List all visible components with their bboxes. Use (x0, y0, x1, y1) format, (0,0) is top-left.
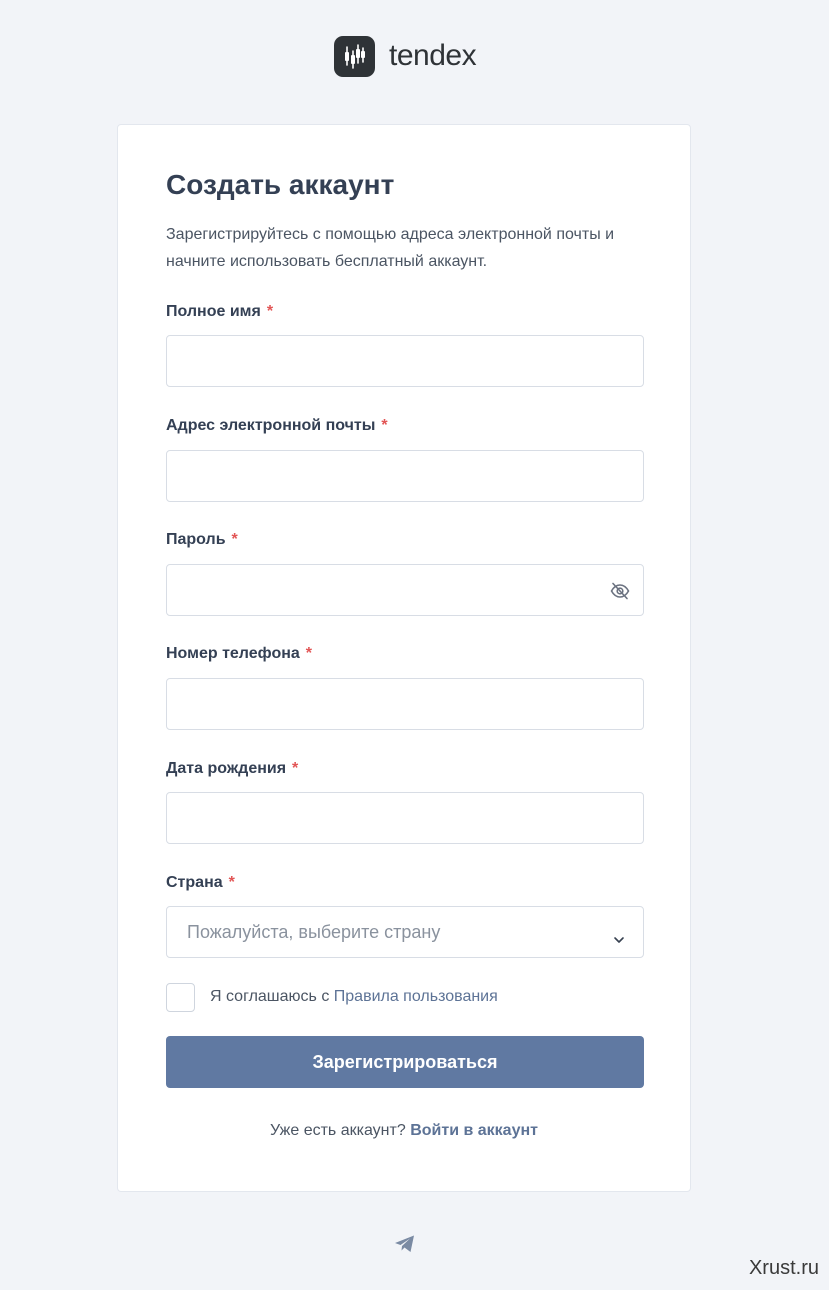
required-mark: * (228, 874, 235, 891)
page-title: Создать аккаунт (166, 169, 395, 200)
full-name-label: Полное имя * (166, 303, 274, 320)
chevron-down-icon (613, 929, 625, 949)
required-mark: * (292, 760, 299, 777)
brand-logo[interactable]: tendex (334, 34, 477, 78)
required-mark: * (305, 645, 313, 662)
phone-label: Номер телефона * (166, 645, 313, 662)
country-select-placeholder: Пожалуйста, выберите страну (187, 922, 441, 942)
terms-link[interactable]: Правила пользования (334, 988, 498, 1005)
required-mark: * (381, 417, 388, 434)
terms-text: Я соглашаюсь с Правила пользования (210, 988, 498, 1005)
country-select[interactable]: Пожалуйста, выберите страну (166, 906, 644, 958)
phone-input[interactable] (166, 678, 644, 730)
brand-name: tendex (389, 39, 477, 72)
eye-off-icon[interactable] (610, 582, 630, 600)
register-button[interactable]: Зарегистрироваться (166, 1036, 644, 1088)
terms-checkbox[interactable] (166, 983, 195, 1012)
telegram-icon[interactable] (394, 1234, 416, 1254)
login-link[interactable]: Войти в аккаунт (410, 1122, 538, 1139)
full-name-input[interactable] (166, 335, 644, 387)
email-input[interactable] (166, 450, 644, 502)
password-field[interactable] (166, 564, 644, 616)
watermark-text: Xrust.ru (748, 1257, 819, 1279)
signup-card: Создать аккаунт Зарегистрируйтесь с помо… (117, 124, 691, 1192)
required-mark: * (266, 303, 274, 320)
page-subtitle: Зарегистрируйтесь с помощью адреса элект… (166, 226, 615, 270)
birth-date-label: Дата рождения * (166, 760, 299, 777)
password-label: Пароль * (166, 531, 238, 548)
country-label: Страна * (166, 874, 235, 891)
email-label: Адрес электронной почты * (166, 417, 388, 434)
login-prompt: Уже есть аккаунт? Войти в аккаунт (270, 1122, 538, 1139)
candlestick-logo-icon (334, 35, 375, 77)
required-mark: * (231, 531, 238, 548)
birth-date-input[interactable] (166, 792, 644, 844)
